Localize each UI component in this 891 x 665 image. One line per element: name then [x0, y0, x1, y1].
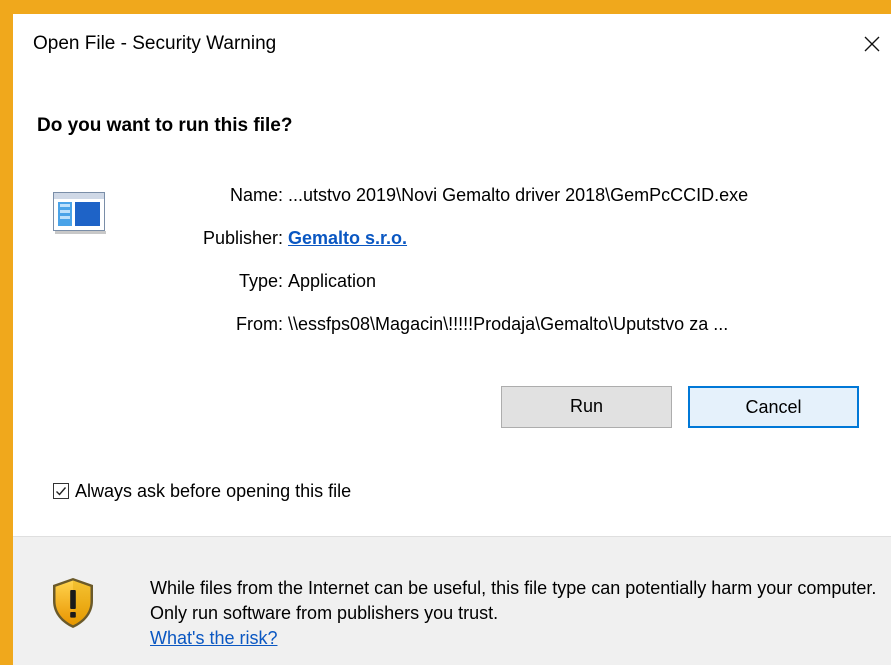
run-button[interactable]: Run [501, 386, 672, 428]
publisher-label: Publisher: [202, 228, 283, 248]
security-shield-icon [53, 578, 93, 628]
always-ask-label: Always ask before opening this file [75, 480, 352, 501]
dialog-question: Do you want to run this file? [37, 115, 293, 136]
name-label: Name: [229, 185, 283, 205]
file-source-value: \\essfps08\Magacin\!!!!!Prodaja\Gemalto\… [288, 314, 729, 334]
whats-the-risk-link[interactable]: What's the risk? [150, 628, 277, 648]
from-label: From: [236, 314, 283, 334]
always-ask-checkbox[interactable] [53, 483, 69, 499]
file-name-value: ...utstvo 2019\Novi Gemalto driver 2018\… [288, 185, 749, 205]
type-label: Type: [238, 271, 283, 291]
warning-text: While files from the Internet can be use… [150, 578, 877, 623]
cancel-button[interactable]: Cancel [688, 386, 859, 428]
title-bar[interactable]: Open File - Security Warning [13, 14, 891, 74]
checkmark-icon [56, 487, 67, 496]
warning-footer: While files from the Internet can be use… [13, 537, 891, 665]
close-icon [864, 36, 880, 52]
publisher-link[interactable]: Gemalto s.r.o. [288, 228, 407, 249]
window-title: Open File - Security Warning [33, 33, 277, 54]
security-warning-dialog: Open File - Security Warning Do you want… [0, 0, 891, 665]
file-type-value: Application [288, 271, 377, 291]
always-ask-option[interactable]: Always ask before opening this file [53, 479, 351, 503]
close-button[interactable] [851, 20, 891, 66]
warning-message: While files from the Internet can be use… [150, 576, 880, 651]
